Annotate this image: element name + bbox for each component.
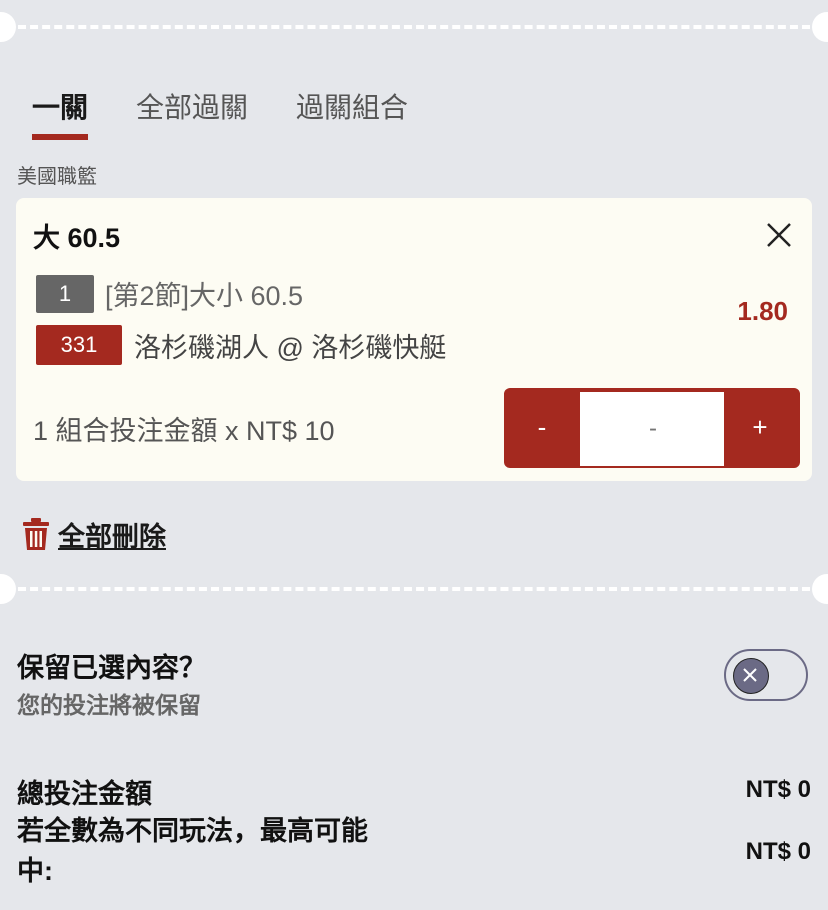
- increase-button[interactable]: +: [724, 390, 796, 466]
- trash-icon: [23, 518, 49, 550]
- delete-all-label: 全部刪除: [58, 521, 166, 552]
- stake-label: 1 組合投注金額 x NT$ 10: [33, 416, 335, 446]
- league-label: 美國職籃: [17, 166, 97, 188]
- market-label: [第2節]大小 60.5: [105, 281, 304, 311]
- bet-card: 大 60.5 1 [第2節]大小 60.5 1.80 331 洛杉磯湖人 @ 洛…: [16, 198, 812, 481]
- stake-input[interactable]: [580, 392, 726, 466]
- keep-selections-toggle[interactable]: [724, 649, 808, 701]
- max-win-label: 若全數為不同玩法，最高可能中:: [17, 816, 368, 886]
- tab-single[interactable]: 一關: [32, 84, 88, 132]
- x-icon: [743, 668, 757, 682]
- close-icon[interactable]: [764, 220, 794, 250]
- delete-all-button[interactable]: 全部刪除: [22, 514, 166, 554]
- total-stake-value: NT$ 0: [745, 776, 811, 803]
- decrease-button[interactable]: -: [506, 390, 578, 466]
- top-divider: [0, 12, 828, 42]
- active-tab-indicator: [32, 134, 88, 140]
- max-win-value: NT$ 0: [745, 838, 811, 865]
- odds-value: 1.80: [737, 296, 788, 326]
- selection-title: 大 60.5: [33, 223, 121, 253]
- toggle-knob: [733, 658, 769, 694]
- line-badge: 1: [36, 275, 94, 313]
- event-badge: 331: [36, 325, 122, 365]
- tab-all-parlay[interactable]: 全部過關: [136, 84, 248, 132]
- keep-selections-subtitle: 您的投注將被保留: [17, 692, 201, 718]
- total-stake-label: 總投注金額: [17, 779, 152, 809]
- tab-parlay-combo[interactable]: 過關組合: [296, 84, 408, 132]
- keep-selections-title: 保留已選內容？: [17, 653, 206, 683]
- bottom-divider: [0, 574, 828, 604]
- stake-stepper: - +: [504, 388, 800, 468]
- match-label: 洛杉磯湖人 @ 洛杉磯快艇: [134, 333, 447, 363]
